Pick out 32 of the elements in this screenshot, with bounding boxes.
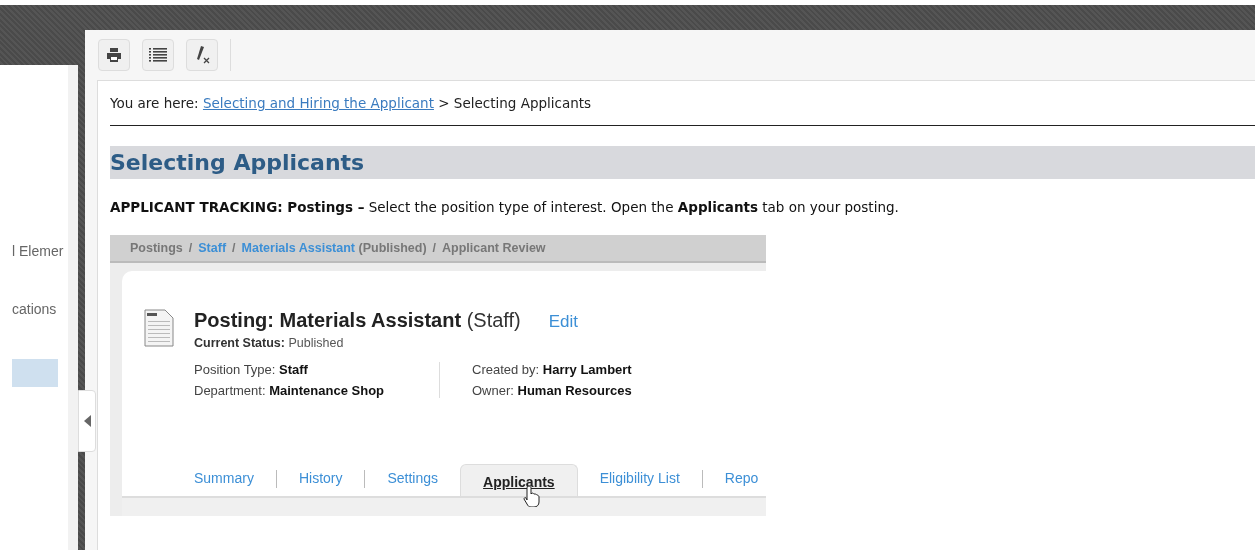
list-button[interactable] — [142, 39, 174, 71]
breadcrumb: You are here: Selecting and Hiring the Applicant > Selecting Applicants — [110, 95, 1255, 126]
sidebar-item[interactable]: l Elemer — [12, 243, 68, 259]
status-text: Current Status: Published — [194, 336, 345, 350]
print-button[interactable] — [98, 39, 130, 71]
breadcrumb-item: Applicant Review — [442, 241, 546, 255]
tab[interactable]: Repo — [702, 464, 766, 492]
tab[interactable]: Summary — [172, 464, 276, 492]
sidebar-item[interactable]: cations — [12, 301, 68, 317]
breadcrumb-link[interactable]: Materials Assistant (Published) — [241, 241, 427, 255]
breadcrumb-separator: / — [188, 241, 193, 255]
field-text: Owner: Human Resources — [472, 383, 632, 398]
posting-title: Posting: Materials Assistant (Staff) — [194, 309, 521, 332]
edit-link[interactable]: Edit — [548, 312, 579, 332]
breadcrumb-separator: / — [232, 241, 236, 255]
collapse-handle[interactable] — [78, 390, 96, 452]
breadcrumb-item: Postings — [130, 241, 183, 255]
breadcrumb-link[interactable]: Selecting and Hiring the Applicant — [202, 95, 434, 111]
page-heading: Selecting Applicants — [110, 146, 1255, 179]
field-text: Department: Maintenance Shop — [194, 383, 386, 398]
breadcrumb-link[interactable]: Staff — [198, 241, 227, 255]
clear-format-button[interactable] — [186, 39, 218, 71]
list-icon — [149, 48, 167, 62]
tab[interactable]: Eligibility List — [577, 464, 702, 492]
field-text: Created by: Harry Lambert — [472, 362, 632, 377]
field-text: Position Type: Staff — [194, 362, 309, 377]
tab[interactable]: History — [276, 464, 365, 492]
tab[interactable]: Settings — [365, 464, 461, 492]
instruction-text: APPLICANT TRACKING: Postings – Select the position type of interest. Open the Applicants tab on your posting. — [110, 199, 900, 215]
print-icon — [106, 47, 122, 63]
breadcrumb-separator: / — [432, 241, 437, 255]
document-icon — [144, 309, 174, 347]
